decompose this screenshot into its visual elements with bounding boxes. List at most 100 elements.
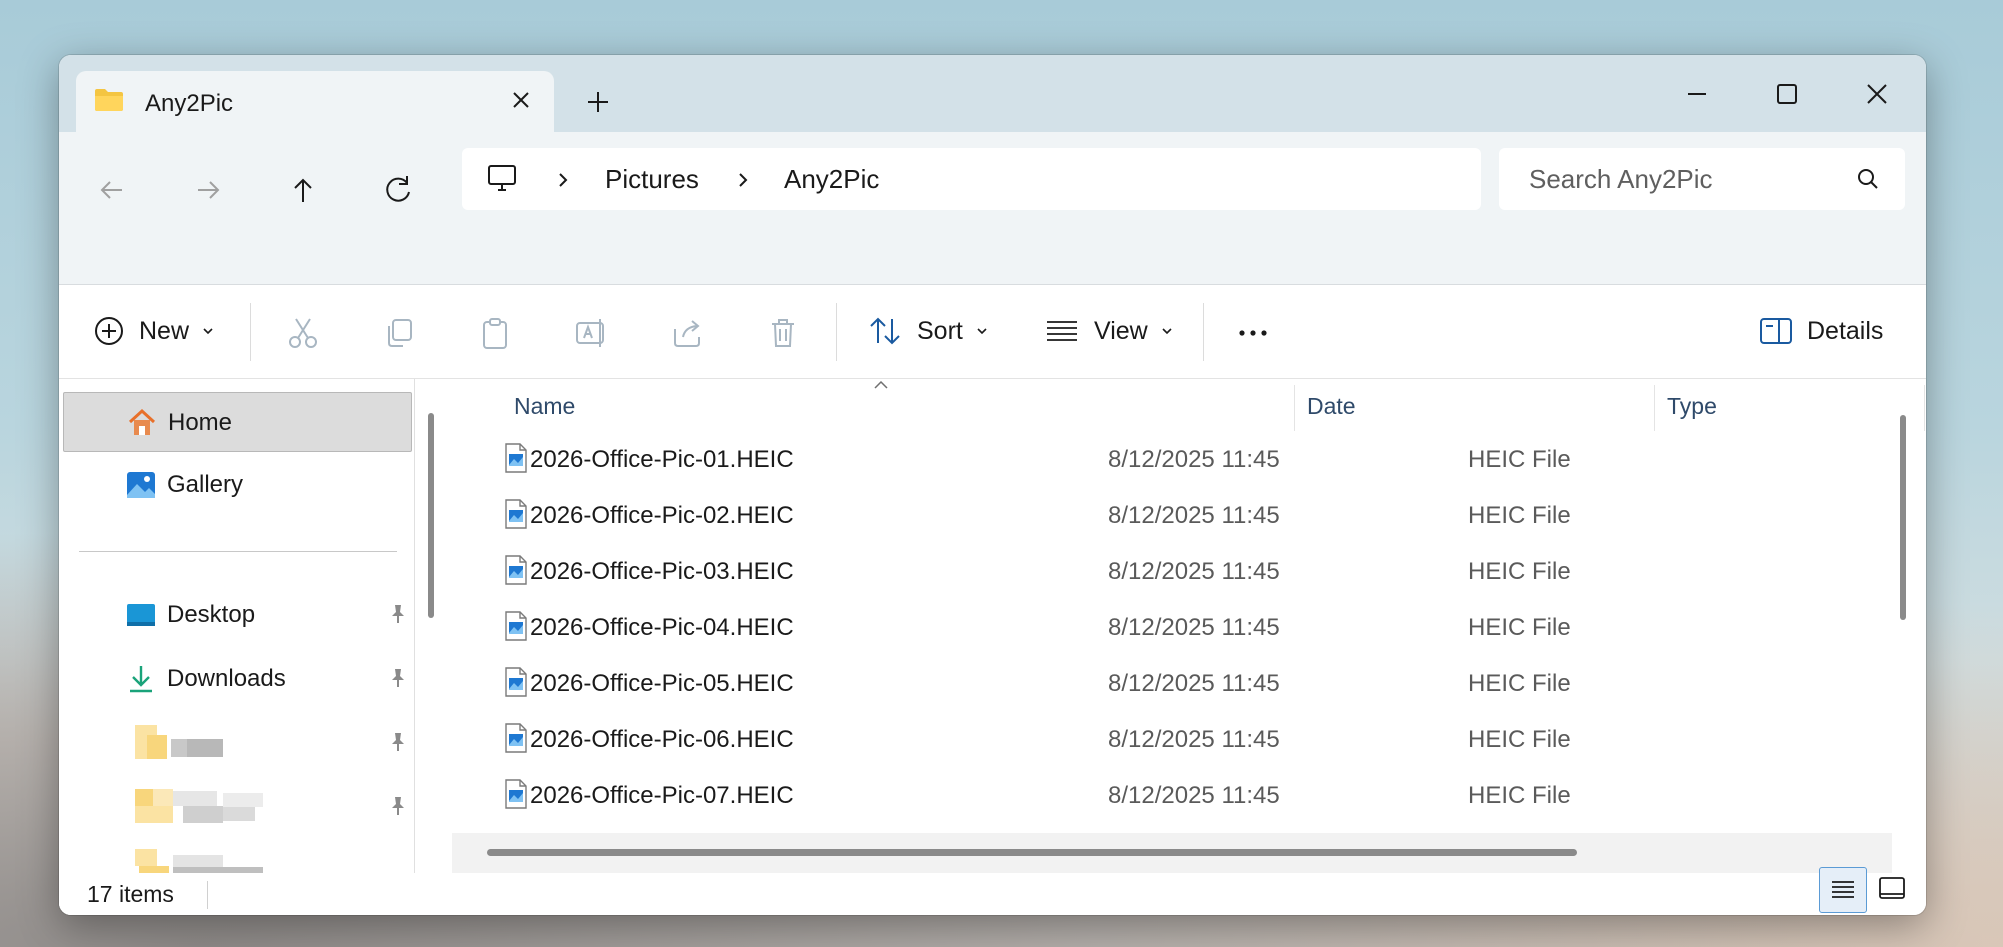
sidebar-item-redacted[interactable] xyxy=(63,777,412,837)
up-arrow-icon[interactable] xyxy=(281,168,325,212)
delete-icon[interactable] xyxy=(765,315,801,351)
title-bar: Any2Pic xyxy=(59,55,1926,132)
close-tab-icon[interactable] xyxy=(508,87,534,113)
search-box[interactable]: Search Any2Pic xyxy=(1499,148,1905,210)
pin-icon[interactable] xyxy=(387,667,409,689)
column-separator[interactable] xyxy=(1654,385,1655,431)
divider xyxy=(250,303,251,361)
address-bar[interactable]: Pictures Any2Pic xyxy=(462,148,1481,210)
vertical-scrollbar[interactable] xyxy=(1897,385,1911,875)
file-type: HEIC File xyxy=(1468,558,1571,585)
heic-file-icon xyxy=(505,723,527,753)
file-type: HEIC File xyxy=(1468,446,1571,473)
close-window-icon[interactable] xyxy=(1847,69,1907,119)
new-label: New xyxy=(139,316,190,345)
search-placeholder: Search Any2Pic xyxy=(1529,164,1713,194)
new-tab-icon[interactable] xyxy=(584,88,612,116)
desktop-icon xyxy=(127,604,155,626)
chevron-right-icon[interactable] xyxy=(554,168,572,192)
horizontal-scrollbar[interactable] xyxy=(452,833,1892,873)
breadcrumb-any2pic[interactable]: Any2Pic xyxy=(784,164,879,195)
file-type: HEIC File xyxy=(1468,502,1571,529)
minimize-icon[interactable] xyxy=(1667,69,1727,119)
breadcrumb-pictures[interactable]: Pictures xyxy=(605,164,699,195)
file-row[interactable]: 2026-Office-Pic-04.HEIC 8/12/2025 11:45 HE… xyxy=(452,599,1892,655)
divider xyxy=(207,881,208,909)
sidebar-item-home[interactable]: Home xyxy=(63,392,412,452)
file-type: HEIC File xyxy=(1468,782,1571,809)
address-row: Pictures Any2Pic Search Any2Pic xyxy=(59,132,1926,285)
plus-circle-icon xyxy=(95,317,123,345)
tab-any2pic[interactable]: Any2Pic xyxy=(76,71,554,132)
gallery-icon xyxy=(127,472,155,498)
back-arrow-icon[interactable] xyxy=(90,168,134,212)
sidebar-scrollbar-thumb[interactable] xyxy=(428,413,434,618)
sort-ascending-icon xyxy=(874,380,888,389)
file-name: 2026-Office-Pic-07.HEIC xyxy=(530,782,794,809)
redacted-item-icon xyxy=(135,725,223,759)
home-icon xyxy=(128,408,156,435)
file-name: 2026-Office-Pic-04.HEIC xyxy=(530,614,794,641)
file-name: 2026-Office-Pic-02.HEIC xyxy=(530,502,794,529)
column-header-date[interactable]: Date xyxy=(1307,393,1356,420)
file-row[interactable]: 2026-Office-Pic-06.HEIC 8/12/2025 11:45 HE… xyxy=(452,711,1892,767)
cut-icon[interactable] xyxy=(285,315,321,351)
share-icon[interactable] xyxy=(669,315,705,351)
sidebar-item-desktop[interactable]: Desktop xyxy=(63,585,412,645)
vertical-scrollbar-thumb[interactable] xyxy=(1900,415,1906,620)
command-bar: New Sort View Details xyxy=(59,285,1926,379)
heic-file-icon xyxy=(505,555,527,585)
rename-icon[interactable] xyxy=(573,315,609,351)
horizontal-scrollbar-thumb[interactable] xyxy=(487,849,1577,856)
more-options-icon[interactable] xyxy=(1235,315,1271,351)
large-icons-view-button[interactable] xyxy=(1869,867,1917,913)
column-header-type[interactable]: Type xyxy=(1667,393,1717,420)
file-date: 8/12/2025 11:45 xyxy=(1108,726,1280,753)
file-row[interactable]: 2026-Office-Pic-02.HEIC 8/12/2025 11:45 HE… xyxy=(452,487,1892,543)
chevron-down-icon xyxy=(203,328,213,335)
view-list-icon xyxy=(1047,321,1077,341)
pane-separator[interactable] xyxy=(414,379,415,915)
file-row[interactable]: 2026-Office-Pic-07.HEIC 8/12/2025 11:45 HE… xyxy=(452,767,1892,823)
sort-button[interactable]: Sort xyxy=(867,309,989,353)
file-row[interactable]: 2026-Office-Pic-01.HEIC 8/12/2025 11:45 HE… xyxy=(452,431,1892,487)
sidebar-divider xyxy=(79,551,397,552)
paste-icon[interactable] xyxy=(477,315,513,351)
search-icon[interactable] xyxy=(1855,166,1881,192)
file-row[interactable]: 2026-Office-Pic-03.HEIC 8/12/2025 11:45 HE… xyxy=(452,543,1892,599)
file-date: 8/12/2025 11:45 xyxy=(1108,670,1280,697)
pin-icon[interactable] xyxy=(387,795,409,817)
details-button[interactable]: Details xyxy=(1759,309,1883,353)
sidebar-item-gallery[interactable]: Gallery xyxy=(63,455,412,515)
pin-icon[interactable] xyxy=(387,731,409,753)
details-label: Details xyxy=(1807,316,1884,345)
sidebar-item-downloads[interactable]: Downloads xyxy=(63,649,412,709)
file-explorer-window: Any2Pic Pictures Any2Pic Search Any2Pic … xyxy=(59,55,1926,915)
refresh-icon[interactable] xyxy=(376,168,420,212)
file-type: HEIC File xyxy=(1468,726,1571,753)
heic-file-icon xyxy=(505,443,527,473)
details-view-button[interactable] xyxy=(1819,867,1867,913)
sidebar-item-redacted[interactable] xyxy=(63,713,412,773)
column-header-name[interactable]: Name xyxy=(514,393,575,420)
copy-icon[interactable] xyxy=(381,315,417,351)
new-button[interactable]: New xyxy=(93,309,215,353)
chevron-down-icon xyxy=(1162,328,1172,335)
redacted-item-icon xyxy=(135,789,263,823)
navigation-pane: Home Gallery Desktop Downloads xyxy=(59,379,434,915)
column-separator[interactable] xyxy=(1924,385,1925,431)
sidebar-item-label: Gallery xyxy=(167,471,244,498)
view-button[interactable]: View xyxy=(1044,309,1174,353)
chevron-right-icon[interactable] xyxy=(734,168,752,192)
forward-arrow-icon[interactable] xyxy=(186,168,230,212)
heic-file-icon xyxy=(505,499,527,529)
file-date: 8/12/2025 11:45 xyxy=(1108,446,1280,473)
this-pc-icon[interactable] xyxy=(486,164,518,194)
sidebar-item-label: Desktop xyxy=(167,601,256,628)
column-separator[interactable] xyxy=(1294,385,1295,431)
downloads-icon xyxy=(130,666,152,693)
pin-icon[interactable] xyxy=(387,603,409,625)
folder-icon xyxy=(95,89,123,111)
file-row[interactable]: 2026-Office-Pic-05.HEIC 8/12/2025 11:45 HE… xyxy=(452,655,1892,711)
maximize-icon[interactable] xyxy=(1757,69,1817,119)
